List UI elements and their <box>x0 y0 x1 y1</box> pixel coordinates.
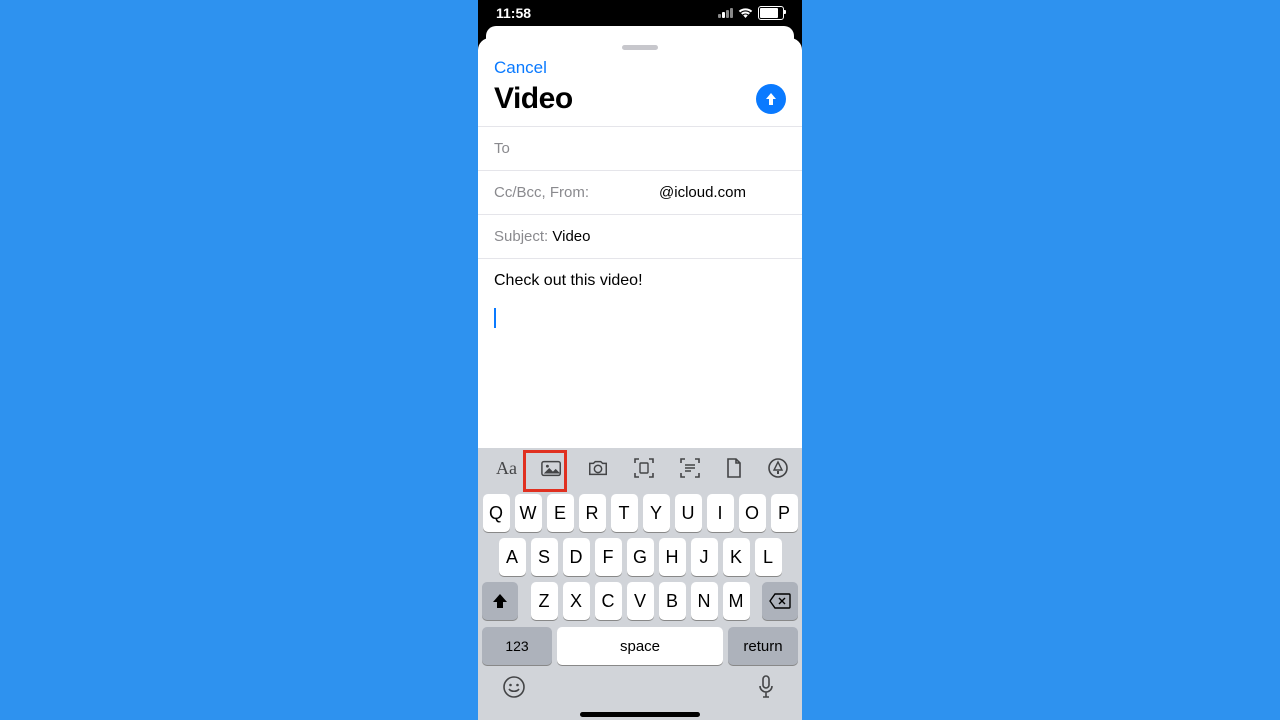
keyboard-row-2: ASDFGHJKL <box>478 538 802 576</box>
cancel-button[interactable]: Cancel <box>478 50 802 82</box>
text-format-icon[interactable]: Aa <box>496 457 517 479</box>
key-z[interactable]: Z <box>531 582 558 620</box>
subject-value: Video <box>552 228 590 245</box>
to-label: To <box>494 140 510 157</box>
key-i[interactable]: I <box>707 494 734 532</box>
key-n[interactable]: N <box>691 582 718 620</box>
emoji-icon <box>502 675 526 699</box>
home-indicator[interactable] <box>580 712 700 717</box>
sheet-backdrop: Cancel Video To Cc/Bcc, From: @icloud.co… <box>478 26 802 720</box>
compose-sheet: Cancel Video To Cc/Bcc, From: @icloud.co… <box>478 38 802 720</box>
camera-icon[interactable] <box>587 457 609 479</box>
from-value: @icloud.com <box>659 184 746 201</box>
battery-icon <box>758 6 784 20</box>
compose-title: Video <box>494 82 573 116</box>
background: 11:58 Cancel Video <box>0 0 1280 720</box>
key-y[interactable]: Y <box>643 494 670 532</box>
return-key[interactable]: return <box>728 627 798 665</box>
key-w[interactable]: W <box>515 494 542 532</box>
key-e[interactable]: E <box>547 494 574 532</box>
attach-file-icon[interactable] <box>725 457 743 479</box>
wifi-icon <box>738 8 753 19</box>
keyboard-row-4: 123 space return <box>478 627 802 665</box>
key-m[interactable]: M <box>723 582 750 620</box>
key-p[interactable]: P <box>771 494 798 532</box>
key-l[interactable]: L <box>755 538 782 576</box>
key-j[interactable]: J <box>691 538 718 576</box>
delete-icon <box>769 593 791 609</box>
status-bar: 11:58 <box>478 0 802 26</box>
dictation-key[interactable] <box>754 675 778 699</box>
keyboard: Aa <box>478 448 802 720</box>
key-k[interactable]: K <box>723 538 750 576</box>
subject-label: Subject: <box>494 228 548 245</box>
scan-document-icon[interactable] <box>633 457 655 479</box>
shift-key[interactable] <box>482 582 518 620</box>
delete-key[interactable] <box>762 582 798 620</box>
subject-field[interactable]: Subject: Video <box>478 214 802 258</box>
keyboard-bottom <box>478 665 802 709</box>
key-x[interactable]: X <box>563 582 590 620</box>
cellular-icon <box>718 8 733 18</box>
mic-icon <box>758 675 774 699</box>
text-cursor <box>494 308 496 328</box>
key-a[interactable]: A <box>499 538 526 576</box>
body-text: Check out this video! <box>494 272 786 290</box>
ccbcc-field[interactable]: Cc/Bcc, From: @icloud.com <box>478 170 802 214</box>
title-row: Video <box>478 82 802 126</box>
space-key[interactable]: space <box>557 627 723 665</box>
key-f[interactable]: F <box>595 538 622 576</box>
shift-icon <box>491 592 509 610</box>
status-time: 11:58 <box>496 5 531 21</box>
key-b[interactable]: B <box>659 582 686 620</box>
arrow-up-icon <box>763 91 779 107</box>
phone-frame: 11:58 Cancel Video <box>478 0 802 720</box>
markup-icon[interactable] <box>767 457 789 479</box>
key-h[interactable]: H <box>659 538 686 576</box>
photo-library-icon[interactable] <box>541 457 563 479</box>
emoji-key[interactable] <box>502 675 526 699</box>
key-d[interactable]: D <box>563 538 590 576</box>
key-c[interactable]: C <box>595 582 622 620</box>
key-q[interactable]: Q <box>483 494 510 532</box>
key-r[interactable]: R <box>579 494 606 532</box>
send-button[interactable] <box>756 84 786 114</box>
ccbcc-label: Cc/Bcc, From: <box>494 184 589 201</box>
key-g[interactable]: G <box>627 538 654 576</box>
numbers-key[interactable]: 123 <box>482 627 552 665</box>
key-u[interactable]: U <box>675 494 702 532</box>
key-t[interactable]: T <box>611 494 638 532</box>
status-right <box>718 6 784 20</box>
keyboard-row-3: ZXCVBNM <box>478 582 802 620</box>
key-o[interactable]: O <box>739 494 766 532</box>
scan-text-icon[interactable] <box>679 457 701 479</box>
to-field[interactable]: To <box>478 126 802 170</box>
keyboard-row-1: QWERTYUIOP <box>478 494 802 532</box>
key-v[interactable]: V <box>627 582 654 620</box>
keyboard-toolbar: Aa <box>478 448 802 488</box>
key-s[interactable]: S <box>531 538 558 576</box>
